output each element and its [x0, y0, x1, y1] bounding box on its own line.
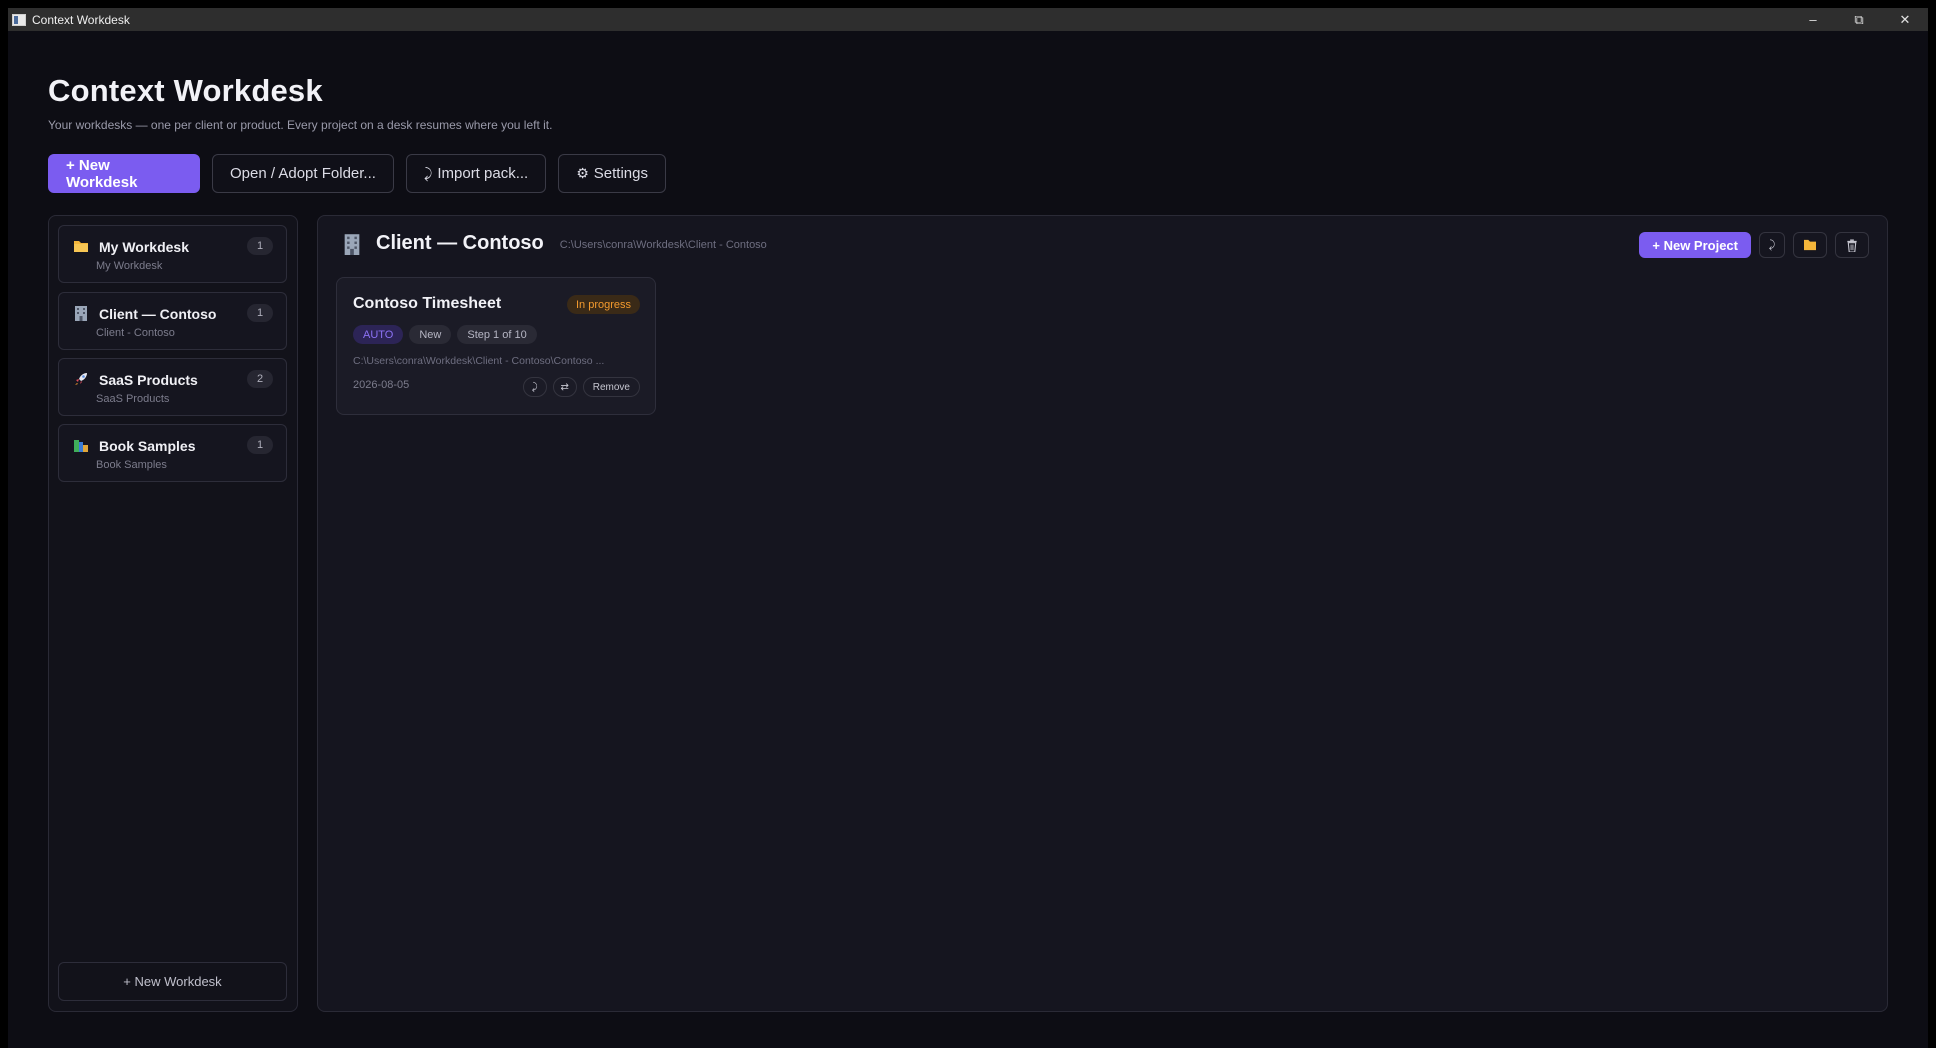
sidebar-item-sub: Client - Contoso	[96, 327, 175, 339]
desk-title: Client — Contoso	[376, 232, 544, 254]
export-icon: ⤸	[1768, 238, 1776, 251]
new-project-button[interactable]: + New Project	[1639, 232, 1751, 258]
sidebar-item-count: 1	[247, 237, 273, 255]
project-date: 2026-08-05	[353, 379, 410, 391]
building-icon	[344, 233, 360, 255]
settings-label: Settings	[593, 165, 648, 182]
page-title: Context Workdesk	[48, 73, 323, 108]
desk-path: C:\Users\conra\Workdesk\Client - Contoso	[559, 238, 767, 251]
export-project-button[interactable]: ⤸	[522, 377, 547, 397]
tag-step: Step 1 of 10	[457, 325, 537, 344]
desk-panel: Client — Contoso C:\Users\conra\Workdesk…	[317, 215, 1888, 1012]
sidebar-item-name: Client — Contoso	[99, 306, 217, 322]
restore-button[interactable]: ⧉	[1836, 8, 1882, 31]
sidebar-item-name: SaaS Products	[99, 372, 198, 388]
project-actions: ⤸ ⇄ Remove	[522, 377, 640, 397]
title-bar: Context Workdesk – ⧉ ✕	[8, 8, 1928, 31]
sidebar-item-book-samples[interactable]: Book Samples Book Samples 1	[58, 424, 287, 482]
open-folder-button[interactable]	[1793, 232, 1827, 258]
main-toolbar: + New Workdesk Open / Adopt Folder... ⤸ …	[48, 154, 666, 193]
sidebar-item-saas-products[interactable]: SaaS Products SaaS Products 2	[58, 358, 287, 416]
new-workdesk-button[interactable]: + New Workdesk	[48, 154, 200, 193]
window-controls: – ⧉ ✕	[1790, 8, 1928, 31]
import-icon: ⤸	[423, 165, 433, 181]
rocket-icon	[75, 373, 87, 385]
sidebar-item-count: 1	[247, 304, 273, 322]
sidebar-item-client-contoso[interactable]: Client — Contoso Client - Contoso 1	[58, 292, 287, 350]
remove-project-button[interactable]: Remove	[582, 377, 640, 397]
delete-desk-button[interactable]	[1835, 232, 1869, 258]
import-pack-label: Import pack...	[437, 165, 529, 182]
tag-new: New	[409, 325, 452, 344]
sidebar-item-count: 1	[247, 436, 273, 454]
open-adopt-folder-button[interactable]: Open / Adopt Folder...	[212, 154, 394, 193]
sidebar-item-my-workdesk[interactable]: My Workdesk My Workdesk 1	[58, 225, 287, 283]
status-badge: In progress	[566, 295, 640, 314]
minimize-button[interactable]: –	[1790, 8, 1836, 31]
sidebar-item-name: My Workdesk	[99, 239, 189, 255]
project-card[interactable]: Contoso Timesheet In progress AUTO New S…	[336, 277, 656, 415]
move-project-button[interactable]: ⇄	[552, 377, 577, 397]
trash-icon	[1847, 238, 1857, 252]
app-window: Context Workdesk – ⧉ ✕ Context Workdesk …	[8, 8, 1928, 1048]
sidebar-item-sub: SaaS Products	[96, 393, 170, 405]
window-title: Context Workdesk	[32, 12, 130, 27]
sidebar-item-sub: My Workdesk	[96, 260, 163, 272]
close-button[interactable]: ✕	[1882, 8, 1928, 31]
building-icon	[75, 306, 87, 321]
sidebar-item-sub: Book Samples	[96, 459, 167, 471]
import-pack-button[interactable]: ⤸ Import pack...	[405, 154, 547, 193]
settings-button[interactable]: ⚙ Settings	[558, 154, 666, 193]
sidebar-item-name: Book Samples	[99, 438, 196, 454]
desk-header: Client — Contoso C:\Users\conra\Workdesk…	[342, 232, 767, 255]
sidebar-new-workdesk-button[interactable]: + New Workdesk	[58, 962, 287, 1001]
app-icon	[12, 13, 26, 26]
app-content: Context Workdesk Your workdesks — one pe…	[8, 31, 1928, 1048]
folder-icon	[1804, 239, 1816, 251]
tag-auto: AUTO	[353, 325, 404, 344]
folder-icon	[74, 241, 88, 252]
sidebar-item-count: 2	[247, 370, 273, 388]
export-desk-button[interactable]: ⤸	[1759, 232, 1785, 258]
project-tags: AUTO New Step 1 of 10	[353, 325, 537, 344]
books-icon	[74, 440, 88, 452]
gear-icon: ⚙	[576, 165, 589, 181]
desk-actions: + New Project ⤸	[1639, 232, 1869, 258]
page-subtitle: Your workdesks — one per client or produ…	[48, 118, 553, 132]
project-title: Contoso Timesheet	[353, 295, 502, 312]
project-path: C:\Users\conra\Workdesk\Client - Contoso…	[353, 355, 605, 367]
workdesk-sidebar: My Workdesk My Workdesk 1 Client — Conto…	[48, 215, 298, 1012]
